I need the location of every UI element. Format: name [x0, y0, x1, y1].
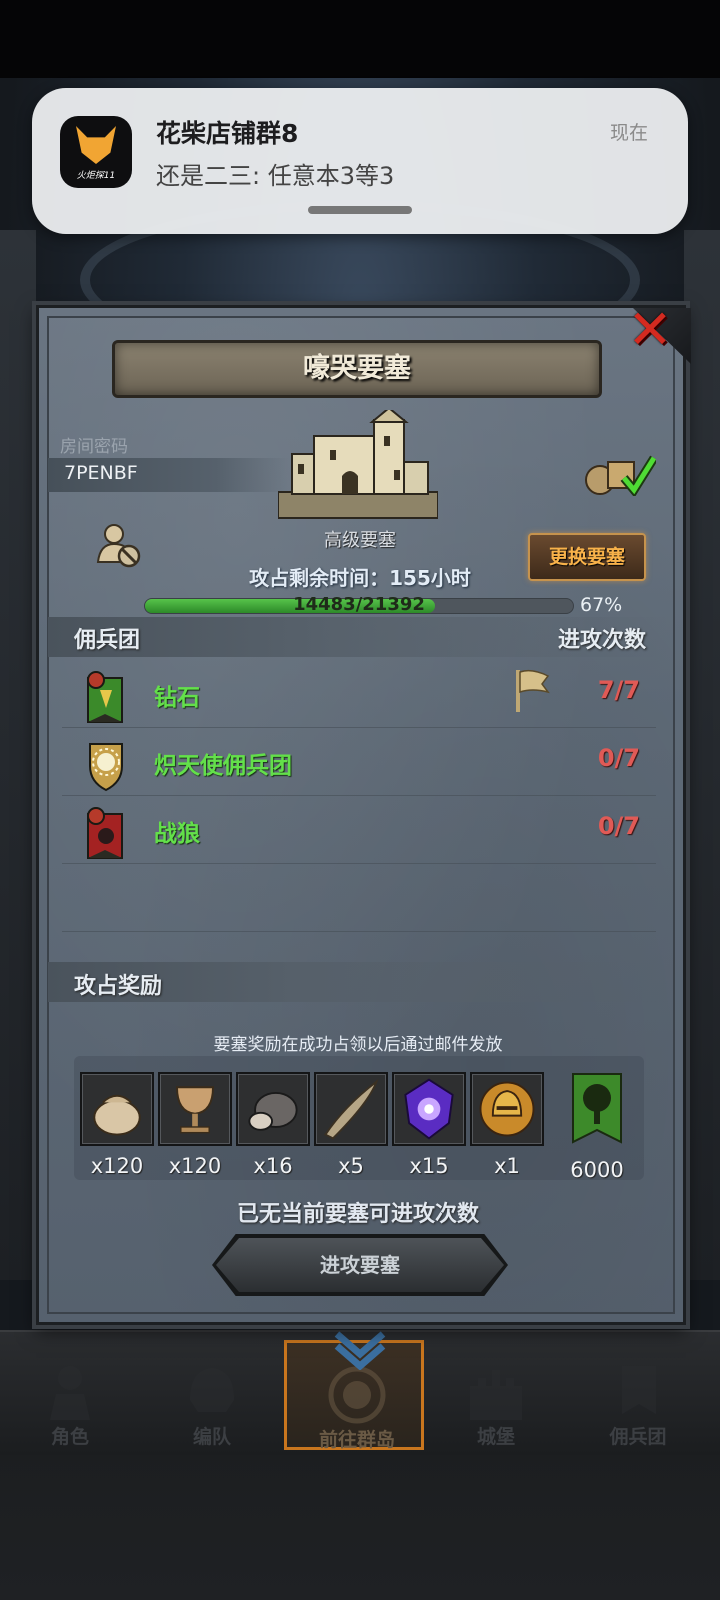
supply-check-icon[interactable] [584, 452, 656, 496]
banner-icon [622, 1366, 656, 1414]
reward-item[interactable]: x16 [236, 1072, 310, 1178]
tree-banner-icon [572, 1073, 622, 1144]
reward-note: 要塞奖励在成功占领以后通过邮件发放 [213, 1035, 503, 1055]
mercenary-row[interactable]: 战狼 0/7 [62, 796, 656, 864]
notification-time: 现在 [609, 122, 648, 144]
reward-quantity: 6000 [570, 1158, 624, 1182]
progress-value: 14483/21392 [293, 594, 425, 615]
reward-item[interactable]: x5 [314, 1072, 388, 1178]
attack-count-header: 进攻次数 [557, 628, 646, 653]
fortress-title: 嚎哭要塞 [112, 340, 602, 398]
reward-quantity: x120 [90, 1154, 144, 1178]
notification-body: 还是二三: 任意本3等3 [156, 162, 395, 190]
purple-gem-icon [404, 1078, 454, 1140]
truffle-icon [248, 1091, 298, 1131]
close-icon[interactable]: ✕ [622, 302, 678, 358]
reward-tile [314, 1072, 388, 1146]
left-side-strip [0, 230, 36, 1280]
nav-item-formation[interactable]: 编队 [142, 1340, 282, 1450]
reward-tile [80, 1072, 154, 1146]
mercenary-row[interactable]: 钻石 7/7 [62, 660, 656, 728]
room-code-value[interactable]: 7PENBF [64, 462, 138, 484]
app-icon: 火炬探11 [60, 116, 132, 188]
no-visitor-icon[interactable] [96, 522, 142, 568]
nav-label: 前往群岛 [318, 1429, 395, 1451]
reward-quantity: x5 [338, 1154, 364, 1178]
right-side-strip [684, 230, 720, 1280]
attack-fortress-button[interactable]: 进攻要塞 [216, 1238, 504, 1292]
notification-title: 花柴店铺群8 [156, 119, 299, 148]
attack-count: 0/7 [597, 812, 640, 840]
fox-logo-icon [76, 126, 116, 164]
flag-icon [516, 669, 550, 712]
nav-item-character[interactable]: 角色 [0, 1340, 140, 1450]
reward-tile [236, 1072, 310, 1146]
horn-icon [324, 1078, 379, 1140]
mercenary-name: 钻石 [154, 685, 200, 711]
progress-percent: 67% [580, 594, 623, 616]
red-banner-icon [87, 807, 123, 859]
mercenary-name: 炽天使佣兵团 [154, 753, 292, 779]
attack-count: 0/7 [597, 744, 640, 772]
goblet-icon [176, 1086, 214, 1134]
helmet-icon [190, 1368, 234, 1412]
reward-item[interactable]: x120 [158, 1072, 232, 1178]
status-bar-area [0, 0, 720, 78]
nav-item-mercenary[interactable]: 佣兵团 [568, 1340, 708, 1450]
reward-item[interactable]: x1 [470, 1072, 544, 1178]
nav-label: 城堡 [476, 1426, 515, 1448]
mercenary-name: 战狼 [154, 821, 200, 847]
no-attempts-text: 已无当前要塞可进攻次数 [236, 1202, 479, 1227]
reward-tile [392, 1072, 466, 1146]
nav-label: 编队 [192, 1426, 231, 1448]
nav-item-castle[interactable]: 城堡 [426, 1340, 566, 1450]
sack-icon [93, 1094, 141, 1136]
occupy-timer: 攻占剩余时间：155小时 [249, 566, 471, 590]
notification-handle[interactable] [308, 206, 412, 214]
mercenary-row-empty [62, 864, 656, 932]
notification-banner[interactable]: 火炬探11 花柴店铺群8 还是二三: 任意本3等3 现在 [32, 88, 688, 234]
knight-icon [50, 1366, 90, 1420]
sun-shield-icon [89, 743, 123, 792]
fortress-castle-icon [278, 410, 438, 519]
chevron-down-icon [334, 1331, 386, 1370]
app-brand-text: 火炬探11 [76, 171, 116, 181]
mercenary-row[interactable]: 炽天使佣兵团 0/7 [62, 728, 656, 796]
green-banner-icon [87, 671, 123, 723]
reward-quantity: x120 [168, 1154, 222, 1178]
globe-icon [328, 1366, 386, 1424]
castle-icon [470, 1370, 522, 1420]
room-code-label: 房间密码 [60, 437, 128, 457]
reward-item[interactable]: x120 [80, 1072, 154, 1178]
fortress-grade: 高级要塞 [324, 530, 396, 551]
reward-quantity: x15 [409, 1154, 449, 1178]
reward-item[interactable]: x15 [392, 1072, 466, 1178]
reward-quantity: x16 [253, 1154, 293, 1178]
reward-header: 攻占奖励 [74, 974, 163, 999]
reward-quantity: x1 [494, 1154, 520, 1178]
reward-tile [470, 1072, 544, 1146]
mercenary-header: 佣兵团 [74, 628, 141, 653]
reward-tile [158, 1072, 232, 1146]
reward-item[interactable]: 6000 [560, 1072, 634, 1182]
gold-helmet-icon [479, 1081, 535, 1137]
attack-count: 7/7 [597, 676, 640, 704]
nav-label: 角色 [50, 1426, 89, 1448]
nav-label: 佣兵团 [609, 1426, 667, 1448]
